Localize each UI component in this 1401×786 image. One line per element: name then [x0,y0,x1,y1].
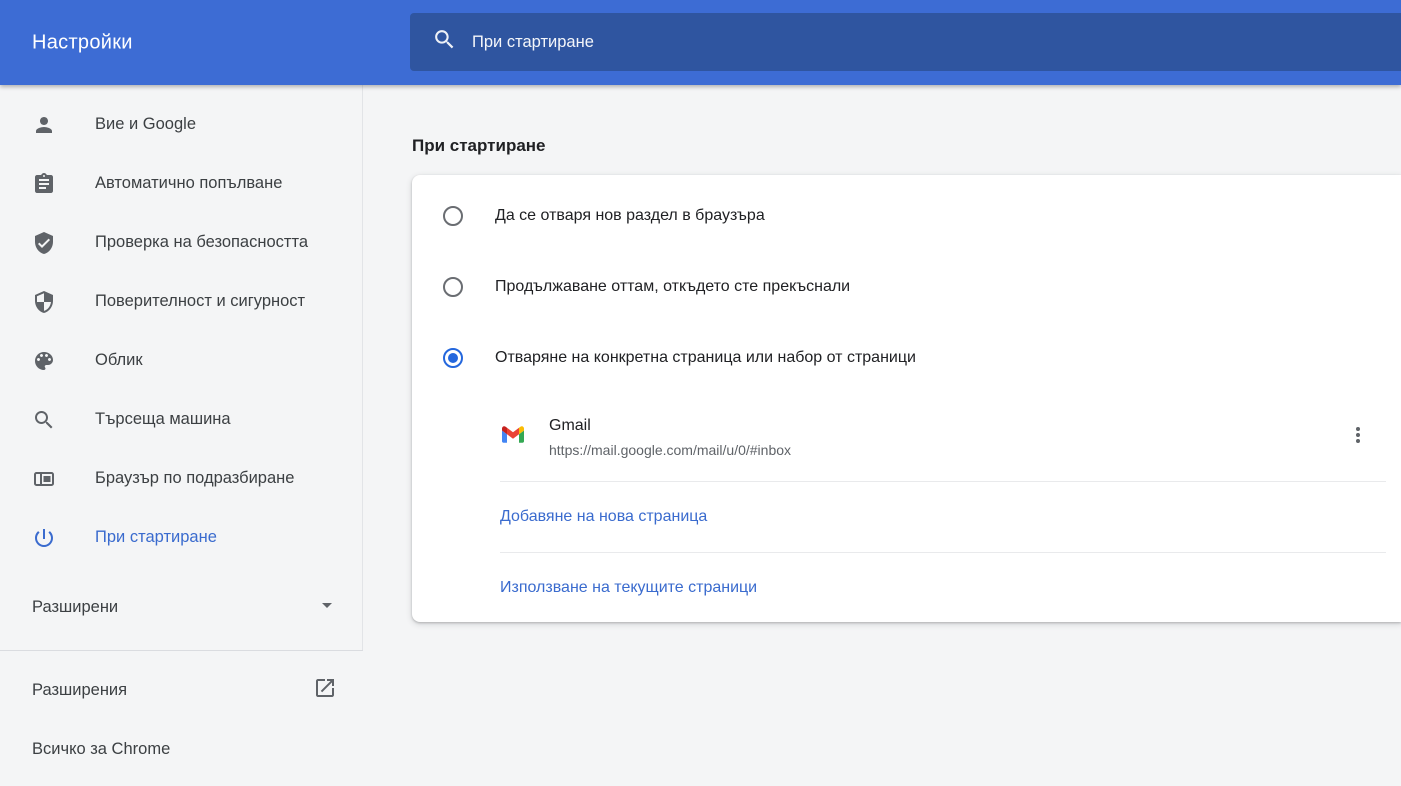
extensions-label: Разширения [32,681,127,700]
radio-option-label: Отваряне на конкретна страница или набор… [495,349,916,367]
sidebar-item-default-browser[interactable]: Браузър по подразбиране [0,449,363,508]
sidebar-item-label: Търсеща машина [95,410,231,429]
gmail-icon [502,426,524,448]
palette-icon [32,349,56,373]
settings-search-box[interactable] [410,13,1401,71]
privacy-shield-icon [32,290,56,314]
radio-button-selected[interactable] [443,348,463,368]
radio-option-new-tab[interactable]: Да се отваря нов раздел в браузъра [412,180,1401,251]
sidebar-item-about-chrome[interactable]: Всичко за Chrome [0,720,363,779]
sidebar-item-safety-check[interactable]: Проверка на безопасността [0,213,363,272]
sidebar-item-label: Поверителност и сигурност [95,292,305,311]
power-icon [32,526,56,550]
use-current-pages-link[interactable]: Използване на текущите страници [412,553,1401,623]
sidebar-item-search-engine[interactable]: Търсеща машина [0,390,363,449]
settings-sidebar: Вие и Google Автоматично попълване Прове… [0,85,363,786]
sidebar-item-label: При стартиране [95,528,217,547]
radio-button[interactable] [443,206,463,226]
startup-page-url: https://mail.google.com/mail/u/0/#inbox [549,442,791,458]
sidebar-divider [0,650,363,651]
sidebar-item-on-startup[interactable]: При стартиране [0,508,363,567]
sidebar-item-label: Браузър по подразбиране [95,469,294,488]
autofill-icon [32,172,56,196]
default-browser-icon [32,467,56,491]
radio-option-continue-where-left-off[interactable]: Продължаване оттам, откъдето сте прекъсн… [412,251,1401,322]
more-options-button[interactable] [1340,419,1376,455]
startup-page-row: Gmail https://mail.google.com/mail/u/0/#… [412,393,1401,481]
sidebar-item-label: Автоматично попълване [95,174,282,193]
sidebar-advanced-toggle[interactable]: Разширени [0,578,363,637]
add-new-page-label: Добавяне на нова страница [500,508,707,526]
sidebar-item-autofill[interactable]: Автоматично попълване [0,154,363,213]
app-header: Настройки [0,0,1401,85]
external-link-icon [313,676,337,705]
advanced-label: Разширени [32,598,118,617]
radio-button[interactable] [443,277,463,297]
search-engine-icon [32,408,56,432]
settings-title: Настройки [32,31,133,54]
sidebar-item-label: Проверка на безопасността [95,233,308,252]
startup-options-card: Да се отваря нов раздел в браузъра Продъ… [412,175,1401,622]
sidebar-item-label: Вие и Google [95,115,196,134]
add-new-page-link[interactable]: Добавяне на нова страница [412,482,1401,552]
radio-option-label: Продължаване оттам, откъдето сте прекъсн… [495,278,850,296]
use-current-pages-label: Използване на текущите страници [500,579,757,597]
about-chrome-label: Всичко за Chrome [32,740,170,759]
chevron-down-icon [315,593,339,622]
section-heading: При стартиране [412,136,546,156]
person-icon [32,113,56,137]
startup-page-info: Gmail https://mail.google.com/mail/u/0/#… [549,417,791,458]
more-vert-icon [1346,423,1370,452]
radio-option-open-specific-pages[interactable]: Отваряне на конкретна страница или набор… [412,322,1401,393]
sidebar-item-label: Облик [95,351,143,370]
search-icon [432,27,457,57]
search-input[interactable] [472,33,1292,52]
sidebar-item-privacy-security[interactable]: Поверителност и сигурност [0,272,363,331]
sidebar-item-appearance[interactable]: Облик [0,331,363,390]
sidebar-item-you-and-google[interactable]: Вие и Google [0,95,363,154]
startup-page-title: Gmail [549,417,791,435]
safety-check-icon [32,231,56,255]
sidebar-item-extensions[interactable]: Разширения [0,661,363,720]
radio-option-label: Да се отваря нов раздел в браузъра [495,207,765,225]
